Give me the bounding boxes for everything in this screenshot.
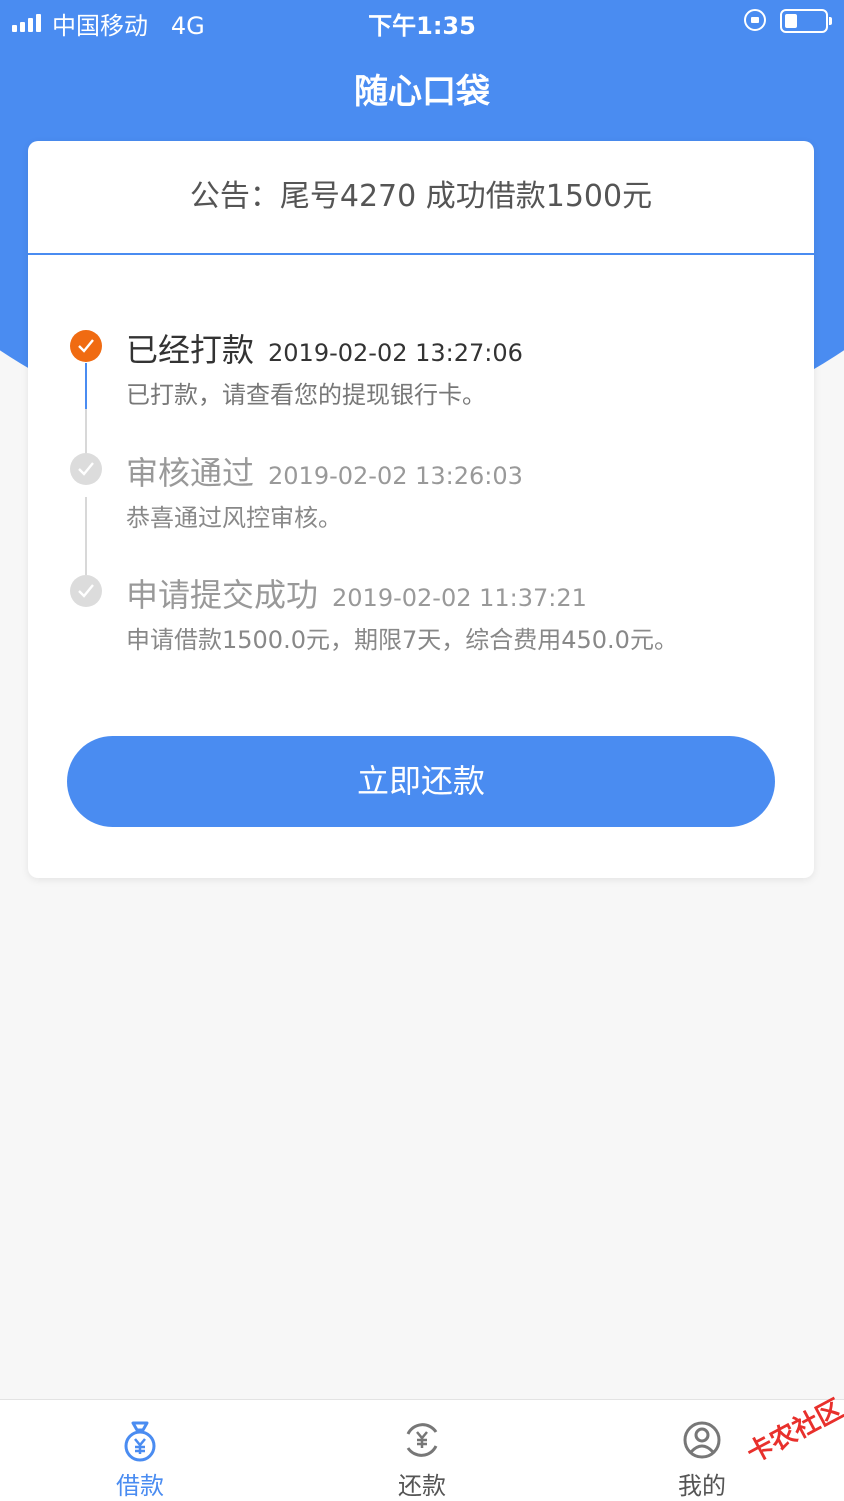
money-bag-icon	[124, 1421, 156, 1462]
tab-mine[interactable]: 我的	[642, 1400, 762, 1501]
step-title: 已经打款 2019-02-02 13:27:06	[126, 331, 523, 369]
bottom-tab-bar: 借款 还款 我的	[0, 1399, 844, 1501]
step-description: 已打款，请查看您的提现银行卡。	[126, 381, 486, 409]
notice-banner: 公告：尾号4270 成功借款1500元	[28, 141, 814, 255]
timeline-line	[85, 497, 87, 575]
timeline-line-active	[85, 363, 87, 409]
step-description: 申请借款1500.0元，期限7天，综合费用450.0元。	[126, 626, 678, 654]
battery-icon	[780, 9, 832, 33]
step-title: 审核通过 2019-02-02 13:26:03	[126, 454, 523, 492]
yuan-cycle-icon	[406, 1423, 438, 1457]
page-title: 随心口袋	[354, 72, 490, 112]
tab-label: 还款	[398, 1472, 446, 1500]
orientation-lock-icon	[744, 9, 766, 31]
step-description: 恭喜通过风控审核。	[126, 504, 342, 532]
user-icon	[683, 1421, 721, 1459]
status-time: 下午1:35	[368, 12, 476, 40]
tab-loan[interactable]: 借款	[80, 1400, 200, 1501]
tab-repay[interactable]: 还款	[362, 1400, 482, 1501]
repay-now-button[interactable]: 立即还款	[67, 736, 775, 827]
step-timestamp: 2019-02-02 13:26:03	[268, 462, 523, 490]
tab-label: 借款	[116, 1472, 164, 1500]
step-timestamp: 2019-02-02 13:27:06	[268, 339, 523, 367]
check-icon	[70, 575, 102, 607]
check-icon	[70, 453, 102, 485]
step-title: 申请提交成功 2019-02-02 11:37:21	[126, 576, 587, 614]
check-icon	[70, 330, 102, 362]
step-timestamp: 2019-02-02 11:37:21	[332, 584, 587, 612]
status-bar: 中国移动 4G 下午1:35	[0, 0, 844, 44]
loan-status-card: 公告：尾号4270 成功借款1500元 已经打款 2019-02-02 13:27…	[28, 141, 814, 878]
tab-label: 我的	[678, 1472, 726, 1500]
